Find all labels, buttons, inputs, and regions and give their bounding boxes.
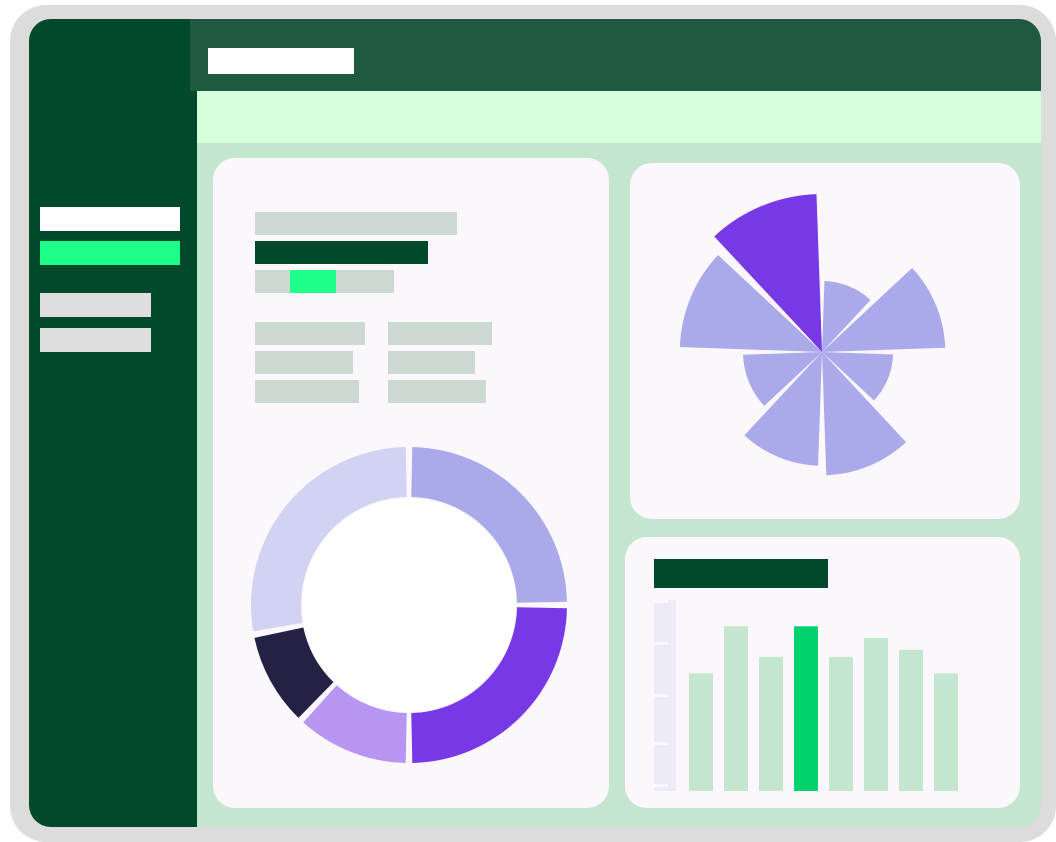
y-tick xyxy=(654,694,668,697)
bar xyxy=(934,673,958,791)
bar xyxy=(899,649,923,791)
y-tick xyxy=(654,742,668,745)
bar-chart xyxy=(654,600,958,791)
bar xyxy=(829,656,853,791)
bar xyxy=(689,673,713,791)
y-tick xyxy=(654,642,668,645)
bar xyxy=(724,626,748,791)
bar xyxy=(864,638,888,791)
y-tick xyxy=(654,784,668,787)
bar-highlighted xyxy=(794,626,818,791)
y-tick xyxy=(654,600,668,603)
bar xyxy=(759,656,783,791)
